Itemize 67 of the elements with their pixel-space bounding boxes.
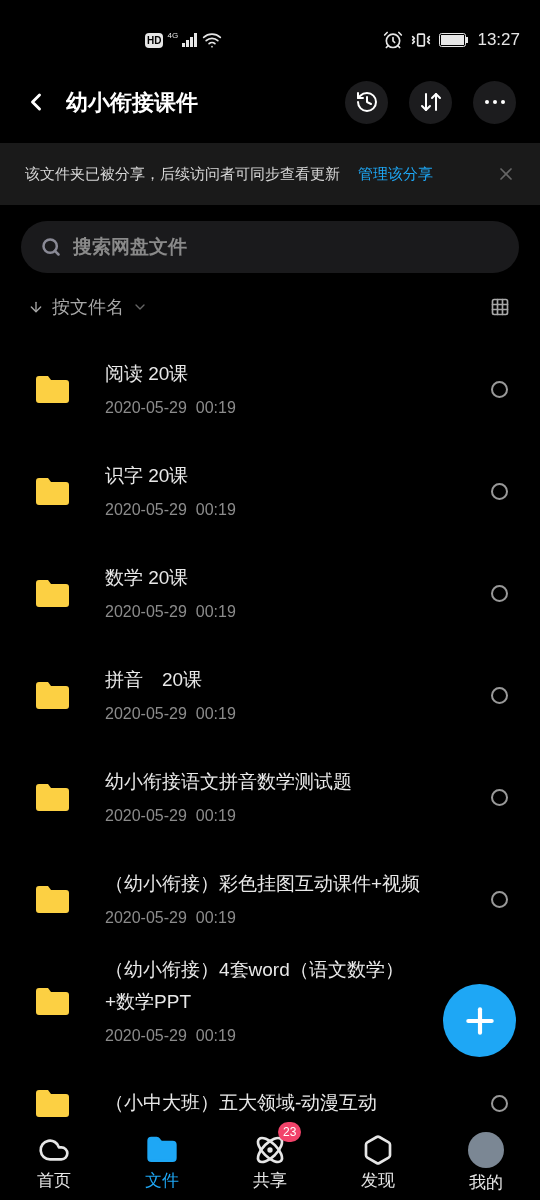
folder-row[interactable]: 幼小衔接语文拼音数学测试题 2020-05-29 00:19	[0, 746, 540, 848]
folder-name: 拼音 20课	[105, 668, 204, 692]
modified-date: 2020-05-29 00:19	[105, 806, 237, 826]
folder-name: 识字 20课	[105, 464, 190, 488]
history-button[interactable]	[345, 80, 388, 124]
manage-share-link[interactable]: 管理该分享	[358, 162, 433, 186]
folder-name: 数学 20课	[105, 566, 190, 590]
select-radio[interactable]	[491, 788, 508, 806]
select-radio[interactable]	[491, 380, 508, 398]
select-radio[interactable]	[491, 482, 508, 500]
folder-name: （幼小衔接）彩色挂图互动课件+视频	[105, 872, 422, 896]
sort-button[interactable]	[409, 80, 452, 124]
modified-date: 2020-05-29 00:19	[105, 908, 237, 928]
modified-date: 2020-05-29 00:19	[105, 602, 237, 622]
wifi-icon	[202, 30, 223, 50]
arrow-down-icon	[28, 299, 44, 315]
folder-icon	[36, 477, 69, 505]
nav-tab[interactable]: 首页	[0, 1128, 108, 1200]
nav-tab[interactable]: 我的	[432, 1128, 540, 1200]
search-input[interactable]: 搜索网盘文件	[73, 232, 499, 262]
select-radio[interactable]	[491, 686, 508, 704]
avatar	[468, 1132, 504, 1169]
folder-row[interactable]: 拼音 20课 2020-05-29 00:19	[0, 644, 540, 746]
sort-dropdown[interactable]: 按文件名	[52, 293, 148, 321]
vibrate-icon	[411, 30, 432, 50]
folder-icon	[36, 783, 69, 811]
nav-tab[interactable]: 发现	[324, 1128, 432, 1200]
folder-row[interactable]: 识字 20课 2020-05-29 00:19	[0, 440, 540, 542]
grid-view-icon[interactable]	[490, 297, 510, 317]
network-type: 4G	[167, 30, 179, 42]
battery-icon	[439, 33, 470, 47]
modified-date: 2020-05-29 00:19	[105, 704, 237, 724]
folder-icon	[36, 1089, 69, 1117]
banner-message: 该文件夹已被分享，后续访问者可同步查看更新	[25, 163, 340, 184]
alarm-icon	[383, 30, 404, 50]
folder-name: 幼小衔接语文拼音数学测试题	[105, 770, 353, 794]
modified-date: 2020-05-29 00:19	[105, 1026, 237, 1046]
history-icon	[354, 90, 379, 114]
folder-name: 阅读 20课	[105, 362, 190, 386]
folder-name: （小中大班）五大领域-动漫互动	[105, 1091, 379, 1115]
modified-date: 2020-05-29 00:19	[105, 398, 237, 418]
nav-tab[interactable]: 文件	[108, 1128, 216, 1200]
folder-row[interactable]: 数学 20课 2020-05-29 00:19	[0, 542, 540, 644]
hd-icon: HD	[145, 32, 164, 48]
folder-icon	[36, 579, 69, 607]
folder-name: （幼小衔接）4套word（语文数学）+数学PPT	[105, 958, 405, 1014]
sort-icon	[418, 90, 443, 114]
folder-icon	[36, 681, 69, 709]
select-radio[interactable]	[491, 890, 508, 908]
more-icon	[484, 100, 505, 104]
clock: 13:27	[477, 29, 520, 52]
signal-icon	[182, 33, 199, 47]
modified-date: 2020-05-29 00:19	[105, 500, 237, 520]
search-field[interactable]: 搜索网盘文件	[21, 221, 519, 273]
folder-row[interactable]: （幼小衔接）彩色挂图互动课件+视频 2020-05-29 00:19	[0, 848, 540, 950]
page-title: 幼小衔接课件	[66, 88, 198, 117]
select-radio[interactable]	[491, 584, 508, 602]
folder-icon	[36, 987, 69, 1015]
folder-icon	[36, 885, 69, 913]
notification-badge: 23	[278, 1122, 302, 1142]
hexagon-icon	[362, 1134, 394, 1167]
folder-icon	[36, 375, 69, 403]
folder-row[interactable]: （幼小衔接）4套word（语文数学）+数学PPT 2020-05-29 00:19	[0, 950, 540, 1052]
more-button[interactable]	[473, 80, 516, 124]
search-icon	[41, 237, 61, 257]
folder-row[interactable]: 阅读 20课 2020-05-29 00:19	[0, 338, 540, 440]
select-radio[interactable]	[491, 1094, 508, 1112]
